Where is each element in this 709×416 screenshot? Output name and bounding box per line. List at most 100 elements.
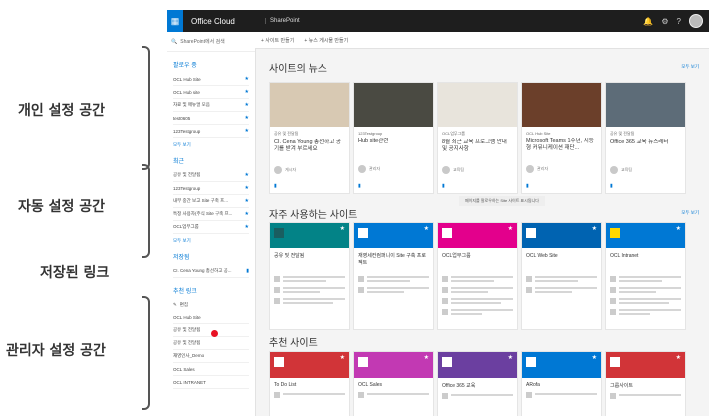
brand-logo[interactable]: Office Cloud	[191, 17, 251, 26]
recommended-site-card[interactable]: ★ ARofa	[521, 351, 602, 416]
bookmark-icon[interactable]: ▮	[274, 183, 277, 189]
news-card[interactable]: OCL Hub Site Microsoft Teams 1주년, 지능형 커뮤…	[521, 82, 602, 194]
star-icon[interactable]: ★	[245, 115, 249, 121]
news-see-all-link[interactable]: 모두 보기	[681, 64, 699, 70]
waffle-icon[interactable]: ▦	[167, 10, 183, 32]
star-icon[interactable]: ★	[245, 211, 249, 217]
activity-item[interactable]	[358, 287, 429, 295]
site-name[interactable]: Office 365 교육	[438, 378, 517, 393]
activity-item[interactable]	[610, 309, 681, 317]
site-name[interactable]: OCL Sales	[354, 378, 433, 392]
activity-item[interactable]	[274, 276, 345, 284]
star-icon[interactable]: ★	[245, 102, 249, 108]
activity-item[interactable]	[526, 287, 597, 295]
sidebar-item-featured[interactable]: OCL INTRANET	[173, 376, 249, 389]
news-title[interactable]: Microsoft Teams 1주년, 지능형 커뮤니케이션 재단...	[526, 138, 597, 159]
bookmark-icon[interactable]: ▮	[442, 183, 445, 189]
frequent-site-card[interactable]: ★ OCL Web Site	[521, 222, 602, 330]
sidebar-item-recent[interactable]: 특정 사용자(주식 Site 구축 프... ★	[173, 208, 249, 221]
sidebar-item-recent[interactable]: 123Testgroup ★	[173, 182, 249, 195]
search-input[interactable]: SharePoint에서 검색	[180, 38, 225, 45]
news-card[interactable]: 공유 및 전달됨 CI. Cena Young 총선하고 공기를 받겨 부르세요…	[269, 82, 350, 194]
site-name[interactable]: OCL업무그룹	[438, 248, 517, 274]
frequent-site-card[interactable]: ★ OCL업무그룹	[437, 222, 518, 330]
activity-item[interactable]	[442, 287, 513, 295]
activity-item[interactable]	[610, 298, 681, 306]
activity-item[interactable]	[442, 298, 513, 306]
star-icon[interactable]: ★	[245, 89, 249, 95]
activity-item[interactable]	[358, 276, 429, 284]
news-card[interactable]: OCL업무그룹 8월 최근 교육 프로그램 안내 및 공지사항 교육팀 ▮	[437, 82, 518, 194]
recommended-site-card[interactable]: ★ To Do List	[269, 351, 350, 416]
frequent-see-all-link[interactable]: 모두 보기	[681, 210, 699, 216]
star-icon[interactable]: ★	[340, 225, 345, 232]
site-name[interactable]: 재영세컨컴퍼니이 Site 구축 프로젝트	[354, 248, 433, 274]
activity-item[interactable]	[442, 276, 513, 284]
activity-item[interactable]	[442, 309, 513, 317]
activity-item[interactable]	[610, 287, 681, 295]
star-icon[interactable]: ★	[676, 354, 681, 361]
gear-icon[interactable]: ⚙	[661, 17, 668, 26]
star-icon[interactable]: ★	[592, 225, 597, 232]
sidebar-item-featured[interactable]: OCL Hub Site	[173, 311, 249, 324]
following-see-all-link[interactable]: 모두 보기	[173, 142, 249, 148]
sidebar-item-featured[interactable]: OCL Sales	[173, 363, 249, 376]
news-title[interactable]: 8월 최근 교육 프로그램 안내 및 공지사항	[442, 139, 513, 160]
create-news-button[interactable]: + 뉴스 게시물 만들기	[304, 37, 348, 44]
avatar[interactable]	[689, 14, 703, 28]
star-icon[interactable]: ★	[676, 225, 681, 232]
star-icon[interactable]: ★	[245, 128, 249, 134]
site-title[interactable]: SharePoint	[265, 18, 300, 24]
sidebar-item-featured[interactable]: 공유 및 전달됨	[173, 337, 249, 350]
activity-item[interactable]	[274, 287, 345, 295]
news-title[interactable]: Hub site관련	[358, 138, 429, 159]
site-name[interactable]: To Do List	[270, 378, 349, 392]
frequent-site-card[interactable]: ★ OCL Intranet	[605, 222, 686, 330]
sidebar-item-recent[interactable]: 공유 및 전달됨 ★	[173, 169, 249, 182]
news-title[interactable]: CI. Cena Young 총선하고 공기를 받겨 부르세요	[274, 139, 345, 160]
star-icon[interactable]: ★	[245, 185, 249, 191]
site-name[interactable]: ARofa	[522, 378, 601, 392]
bookmark-icon[interactable]: ▮	[526, 183, 529, 189]
sidebar-item-following[interactable]: 자료 및 매뉴얼 모음 ★	[173, 99, 249, 112]
site-name[interactable]: OCL Intranet	[606, 248, 685, 274]
activity-item[interactable]	[274, 298, 345, 306]
sidebar-item-following[interactable]: OCL Hub Site ★	[173, 73, 249, 86]
sidebar-item-featured[interactable]: 재영인사_Demo	[173, 350, 249, 363]
news-card[interactable]: 123Testgroup Hub site관련 관리자 ▮	[353, 82, 434, 194]
bookmark-icon[interactable]: ▮	[246, 268, 249, 274]
edit-links-button[interactable]: ✎ 편집	[173, 299, 249, 311]
recent-see-all-link[interactable]: 모두 보기	[173, 238, 249, 244]
star-icon[interactable]: ★	[508, 225, 513, 232]
star-icon[interactable]: ★	[245, 224, 249, 230]
create-site-button[interactable]: + 사이트 만들기	[261, 37, 294, 44]
recommended-site-card[interactable]: ★ Office 365 교육	[437, 351, 518, 416]
recommended-site-card[interactable]: ★ 그룹사이트	[605, 351, 686, 416]
frequent-site-card[interactable]: ★ 공유 및 전달됨	[269, 222, 350, 330]
news-card[interactable]: 공유 및 전달됨 Office 365 교육 뉴스레터 교육팀 ▮	[605, 82, 686, 194]
sidebar-item-saved[interactable]: CI. Cena Young 총선하고 공... ▮	[173, 265, 249, 278]
star-icon[interactable]: ★	[424, 225, 429, 232]
site-name[interactable]: 그룹사이트	[606, 378, 685, 393]
star-icon[interactable]: ★	[245, 198, 249, 204]
sidebar-item-recent[interactable]: 내부 중간 보고 Site 구축 프... ★	[173, 195, 249, 208]
sidebar-item-following[interactable]: 123Testgroup ★	[173, 125, 249, 138]
activity-item[interactable]	[610, 276, 681, 284]
help-icon[interactable]: ?	[677, 17, 681, 26]
site-name[interactable]: OCL Web Site	[522, 248, 601, 274]
news-title[interactable]: Office 365 교육 뉴스레터	[610, 139, 681, 160]
search-box[interactable]: 🔍 SharePoint에서 검색	[167, 32, 255, 52]
recommended-site-card[interactable]: ★ OCL Sales	[353, 351, 434, 416]
star-icon[interactable]: ★	[424, 354, 429, 361]
sidebar-item-following[interactable]: test0605 ★	[173, 112, 249, 125]
star-icon[interactable]: ★	[245, 172, 249, 178]
bell-icon[interactable]: 🔔	[643, 17, 653, 26]
bookmark-icon[interactable]: ▮	[610, 183, 613, 189]
site-name[interactable]: 공유 및 전달됨	[270, 248, 349, 274]
sidebar-item-following[interactable]: OCL Hub site ★	[173, 86, 249, 99]
sidebar-item-recent[interactable]: OCL업무그룹 ★	[173, 221, 249, 234]
star-icon[interactable]: ★	[245, 76, 249, 82]
star-icon[interactable]: ★	[340, 354, 345, 361]
star-icon[interactable]: ★	[508, 354, 513, 361]
frequent-site-card[interactable]: ★ 재영세컨컴퍼니이 Site 구축 프로젝트	[353, 222, 434, 330]
